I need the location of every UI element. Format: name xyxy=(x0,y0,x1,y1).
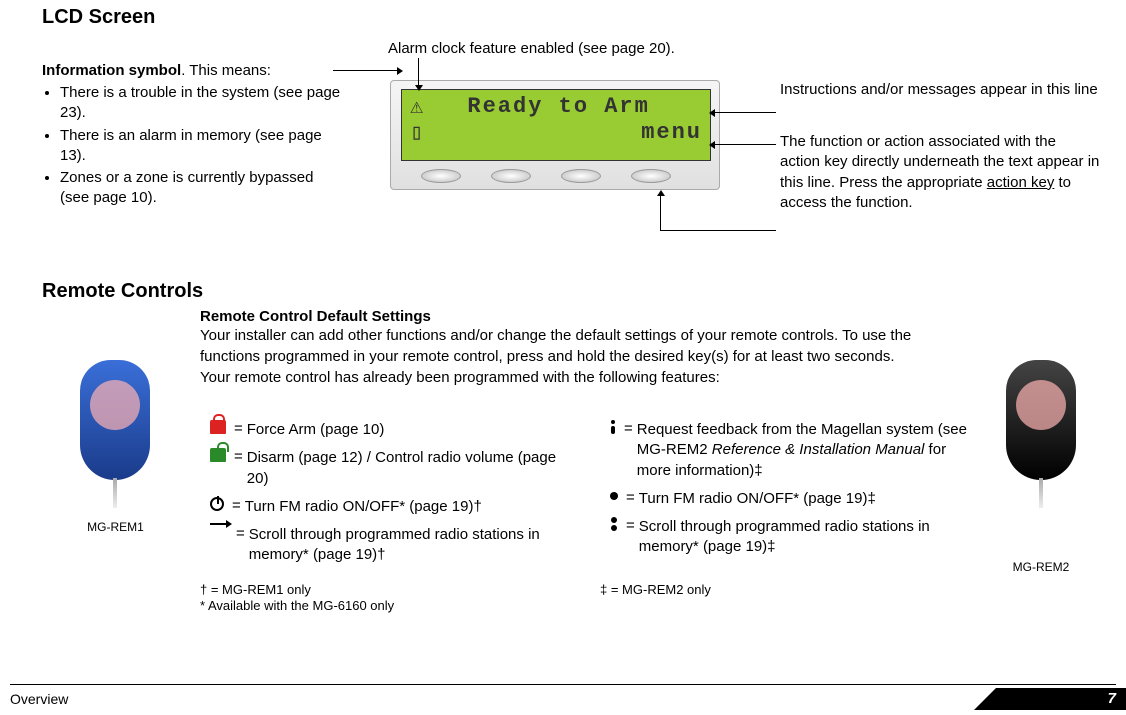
heading-lcd: LCD Screen xyxy=(42,6,155,29)
remote-intro-text: Your installer can add other functions a… xyxy=(200,325,920,388)
arrow-actionkey-horiz xyxy=(660,230,776,231)
arrow-info-to-lcd xyxy=(333,70,398,71)
lcd-right-note-1: Instructions and/or messages appear in t… xyxy=(780,80,1100,100)
footer-rule xyxy=(10,684,1116,685)
remote-image-rem2 xyxy=(1006,360,1076,480)
lcd-action-key-4 xyxy=(631,169,671,183)
remote-subheading: Remote Control Default Settings xyxy=(200,308,920,325)
lcd-info-icon: ⚠ xyxy=(410,94,425,120)
lcd-action-key-1 xyxy=(421,169,461,183)
map-feedback-text: Request feedback from the Magellan syste… xyxy=(637,420,980,481)
lcd-device: ⚠ Ready to Arm ▯ menu xyxy=(390,80,720,190)
info-symbol-label: Information symbol xyxy=(42,62,181,79)
heading-remote: Remote Controls xyxy=(42,280,203,303)
footer-section: Overview xyxy=(10,691,68,707)
info-symbol-list: There is a trouble in the system (see pa… xyxy=(42,83,342,209)
info-bullet-2: There is an alarm in memory (see page 13… xyxy=(60,126,342,167)
lcd-clock-icon: ▯ xyxy=(410,120,425,146)
remote-label-rem1: MG-REM1 xyxy=(68,520,163,534)
eq: = xyxy=(626,517,635,534)
map-fm-right: = Turn FM radio ON/OFF* (page 19)‡ xyxy=(610,489,980,509)
footnote-ddagger: ‡ = MG-REM2 only xyxy=(600,582,711,597)
info-icon xyxy=(610,420,616,434)
remote-intro-block: Remote Control Default Settings Your ins… xyxy=(200,308,920,388)
map-force-arm: = Force Arm (page 10) xyxy=(210,420,580,440)
map-force-arm-text: Force Arm (page 10) xyxy=(247,420,580,440)
lcd-right-note-2: The function or action associated with t… xyxy=(780,132,1100,213)
lcd-line2-right: menu xyxy=(641,120,702,146)
remote-image-rem1 xyxy=(80,360,150,480)
footer-page-tab: 7 xyxy=(996,688,1126,710)
power-icon xyxy=(210,497,224,511)
map-feedback-b: Reference & Installation Manual xyxy=(712,441,925,458)
arrow-right-icon xyxy=(210,523,228,525)
map-scroll-left: = Scroll through programmed radio statio… xyxy=(210,525,580,566)
eq: = xyxy=(234,448,243,465)
arrow-line1-callout xyxy=(714,112,776,113)
eq: = xyxy=(624,420,633,437)
map-scroll-right-text: Scroll through programmed radio stations… xyxy=(639,517,980,558)
info-symbol-block: Information symbol. This means: There is… xyxy=(42,62,342,211)
footer-page-number: 7 xyxy=(1108,690,1116,707)
dot-icon xyxy=(610,492,618,500)
lcd-right-note-2b: action key xyxy=(987,174,1055,191)
footnote-star: * Available with the MG-6160 only xyxy=(200,598,394,613)
map-fm-left: = Turn FM radio ON/OFF* (page 19)† xyxy=(210,497,580,517)
remote-label-rem2: MG-REM2 xyxy=(996,560,1086,574)
two-dots-icon xyxy=(610,517,618,531)
map-fm-left-text: Turn FM radio ON/OFF* (page 19)† xyxy=(245,497,580,517)
lcd-screen: ⚠ Ready to Arm ▯ menu xyxy=(401,89,711,161)
info-bullet-1: There is a trouble in the system (see pa… xyxy=(60,83,342,124)
lcd-action-key-3 xyxy=(561,169,601,183)
arrow-line2-callout xyxy=(714,144,776,145)
lock-open-icon xyxy=(210,448,226,462)
eq: = xyxy=(236,525,245,542)
arrow-actionkey-up xyxy=(660,195,661,230)
lcd-action-key-2 xyxy=(491,169,531,183)
alarm-note: Alarm clock feature enabled (see page 20… xyxy=(388,40,675,57)
map-fm-right-text: Turn FM radio ON/OFF* (page 19)‡ xyxy=(639,489,980,509)
arrow-alarm-to-lcd xyxy=(418,58,419,86)
map-disarm-text: Disarm (page 12) / Control radio volume … xyxy=(247,448,580,489)
map-feedback: = Request feedback from the Magellan sys… xyxy=(610,420,980,481)
footnote-dagger: † = MG-REM1 only xyxy=(200,582,311,597)
info-bullet-3: Zones or a zone is currently bypassed (s… xyxy=(60,168,342,209)
eq: = xyxy=(626,489,635,506)
info-symbol-suffix: . This means: xyxy=(181,62,271,79)
eq: = xyxy=(234,420,243,437)
lock-closed-icon xyxy=(210,420,226,434)
map-scroll-right: = Scroll through programmed radio statio… xyxy=(610,517,980,558)
map-scroll-left-text: Scroll through programmed radio stations… xyxy=(249,525,580,566)
map-disarm: = Disarm (page 12) / Control radio volum… xyxy=(210,448,580,489)
eq: = xyxy=(232,497,241,514)
lcd-line1-text: Ready to Arm xyxy=(425,94,692,120)
